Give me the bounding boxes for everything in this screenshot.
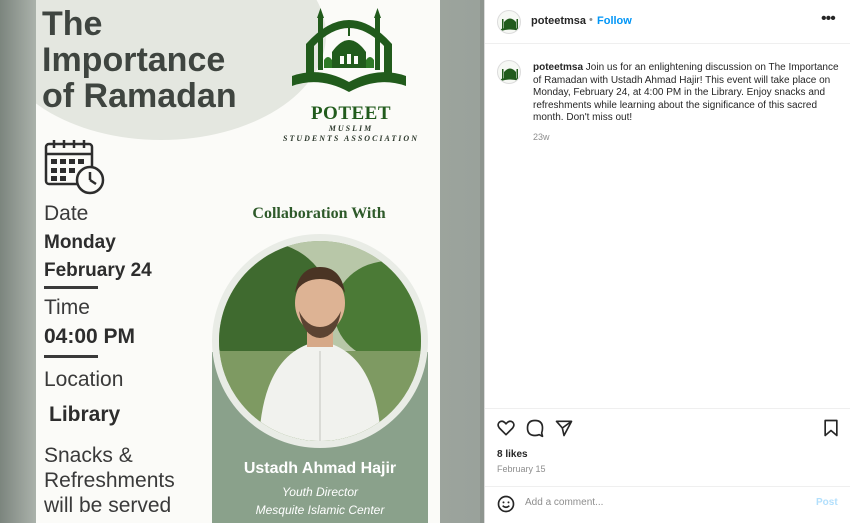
post-button[interactable]: Post	[816, 497, 838, 508]
comment-input[interactable]: Add a comment...	[525, 497, 603, 508]
speaker-photo	[219, 241, 421, 441]
event-poster: The Importance of Ramadan POTEET MUSLIM …	[36, 0, 440, 523]
speaker-organization: Mesquite Islamic Center	[255, 503, 385, 517]
title-line-2: Importance	[42, 41, 226, 79]
emoji-icon[interactable]	[496, 494, 516, 514]
avatar[interactable]	[497, 60, 521, 84]
mosque-logo-icon	[292, 8, 406, 92]
title-line-3: of Ramadan	[42, 77, 237, 115]
mosque-logo-icon	[501, 68, 519, 81]
comment-icon[interactable]	[525, 418, 545, 438]
snacks-line-3: will be served	[44, 494, 172, 517]
likes-count[interactable]: 8 likes	[497, 449, 528, 460]
username[interactable]: poteetmsa	[531, 15, 586, 27]
date-day: Monday	[44, 232, 116, 253]
caption-username[interactable]: poteetmsa	[533, 62, 583, 73]
avatar[interactable]	[497, 10, 521, 34]
snacks-text: Snacks & Refreshments will be served	[44, 443, 175, 518]
separator-dot: •	[589, 14, 593, 26]
post-date: February 15	[497, 464, 546, 474]
location-value: Library	[49, 403, 121, 426]
location-label: Location	[44, 368, 124, 391]
bookmark-icon[interactable]	[821, 418, 841, 438]
post-caption: poteetmsa Join us for an enlightening di…	[533, 62, 841, 125]
date-value: February 24	[44, 260, 152, 281]
speaker-role: Youth Director	[281, 485, 359, 499]
title-line-1: The	[42, 5, 103, 43]
logo-sub-line-1: MUSLIM	[328, 124, 374, 133]
calendar-clock-icon	[44, 140, 105, 195]
logo-sub-line-2: STUDENTS ASSOCIATION	[283, 134, 419, 143]
more-icon[interactable]: •••	[821, 10, 836, 28]
heart-icon[interactable]	[496, 418, 516, 438]
snacks-line-2: Refreshments	[44, 469, 175, 492]
time-value: 04:00 PM	[44, 325, 136, 348]
snacks-line-1: Snacks &	[44, 444, 133, 467]
logo-name: POTEET	[310, 103, 392, 124]
speaker-illustration	[219, 241, 421, 441]
speaker-name: Ustadh Ahmad Hajir	[243, 460, 397, 477]
logo-subtitle: MUSLIM STUDENTS ASSOCIATION	[260, 124, 440, 144]
collaboration-heading: Collaboration With	[252, 205, 386, 222]
instagram-post-panel: poteetmsa • Follow ••• poteetmsa Join us…	[484, 0, 850, 523]
follow-button[interactable]: Follow	[597, 15, 632, 27]
caption-age: 23w	[533, 132, 550, 142]
poster-title: The Importance of Ramadan	[42, 6, 282, 114]
divider	[44, 355, 98, 358]
time-label: Time	[44, 296, 90, 319]
date-label: Date	[44, 202, 89, 225]
divider	[44, 286, 98, 289]
share-icon[interactable]	[554, 418, 574, 438]
